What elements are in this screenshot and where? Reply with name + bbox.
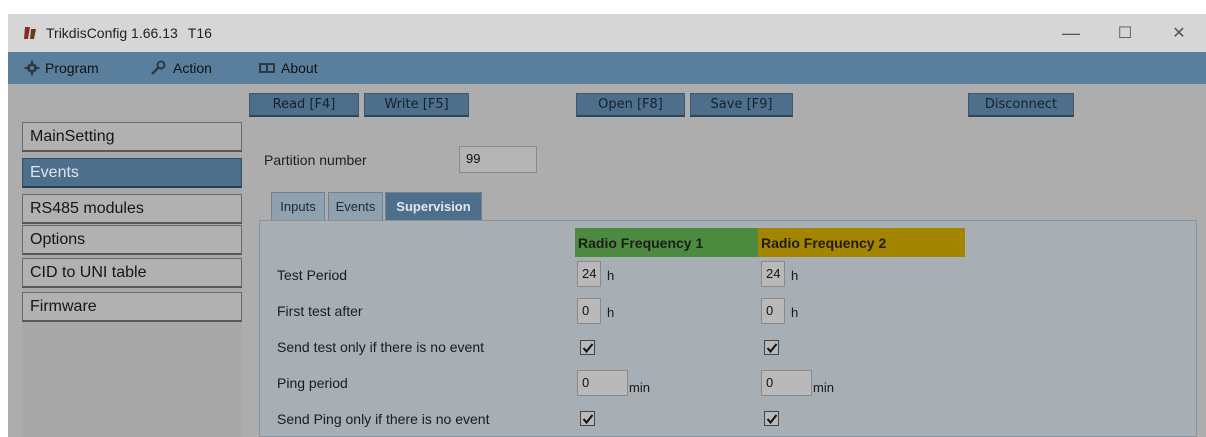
rf1-test-period-unit: h xyxy=(607,268,615,283)
radio-frequency-2-header: Radio Frequency 2 xyxy=(758,228,965,257)
first-test-after-label: First test after xyxy=(277,303,363,319)
read-button[interactable]: Read [F4] xyxy=(249,93,359,117)
menu-program[interactable]: Program xyxy=(24,52,99,84)
disconnect-button[interactable]: Disconnect xyxy=(968,93,1074,117)
device-name: T16 xyxy=(187,25,212,41)
sidebar-item-events[interactable]: Events xyxy=(22,158,242,188)
menu-bar: Program Action About xyxy=(8,52,1206,84)
menu-about[interactable]: About xyxy=(258,52,318,84)
menu-program-label: Program xyxy=(45,60,99,76)
rf1-first-test-after-unit: h xyxy=(607,305,615,320)
sidebar-item-rs485-modules[interactable]: RS485 modules xyxy=(22,194,242,224)
wrench-icon xyxy=(151,60,166,75)
rf2-test-period-input[interactable]: 24 xyxy=(761,261,785,287)
sidebar-nav: MainSetting Events RS485 modules Options… xyxy=(22,122,242,437)
rf1-first-test-after-input[interactable]: 0 xyxy=(577,298,601,324)
sidebar-item-options[interactable]: Options xyxy=(22,225,242,255)
gear-icon xyxy=(24,60,40,76)
checkmark-icon xyxy=(766,413,777,424)
close-button[interactable]: ✕ xyxy=(1152,14,1206,52)
partition-number-label: Partition number xyxy=(264,152,367,168)
radio-frequency-1-header: Radio Frequency 1 xyxy=(575,228,762,257)
sidebar-item-cid-to-uni-table[interactable]: CID to UNI table xyxy=(22,258,242,288)
rf2-first-test-after-unit: h xyxy=(791,305,799,320)
send-ping-only-label: Send Ping only if there is no event xyxy=(277,411,490,427)
rf1-send-ping-only-checkbox[interactable] xyxy=(580,411,595,426)
rf2-first-test-after-input[interactable]: 0 xyxy=(761,298,785,324)
partition-number-input[interactable]: 99 xyxy=(459,146,537,173)
sidebar-item-mainsetting[interactable]: MainSetting xyxy=(22,122,242,152)
rf1-send-test-only-checkbox[interactable] xyxy=(580,340,595,355)
tab-events[interactable]: Events xyxy=(328,192,383,220)
sidebar-item-firmware[interactable]: Firmware xyxy=(22,292,242,322)
tab-inputs[interactable]: Inputs xyxy=(271,192,325,220)
checkmark-icon xyxy=(766,342,777,353)
checkmark-icon xyxy=(582,413,593,424)
menu-action[interactable]: Action xyxy=(150,52,212,84)
send-test-only-label: Send test only if there is no event xyxy=(277,339,485,355)
rf2-ping-period-unit: min xyxy=(813,380,834,395)
rf2-send-test-only-checkbox[interactable] xyxy=(764,340,779,355)
save-button[interactable]: Save [F9] xyxy=(690,93,793,117)
rf2-ping-period-input[interactable]: 0 xyxy=(761,370,812,396)
minimize-button[interactable]: — xyxy=(1044,14,1098,52)
rf2-test-period-unit: h xyxy=(791,268,799,283)
title-bar: TrikdisConfig 1.66.13 T16 — ☐ ✕ xyxy=(8,14,1206,52)
maximize-button[interactable]: ☐ xyxy=(1098,14,1152,52)
app-logo-icon xyxy=(24,27,36,39)
main-area: Read [F4] Write [F5] Open [F8] Save [F9]… xyxy=(8,84,1206,437)
book-icon xyxy=(259,63,275,73)
ping-period-label: Ping period xyxy=(277,375,348,391)
supervision-panel: Radio Frequency 1 Radio Frequency 2 Test… xyxy=(259,220,1197,437)
window-title: TrikdisConfig 1.66.13 xyxy=(46,25,178,41)
rf2-send-ping-only-checkbox[interactable] xyxy=(764,411,779,426)
checkmark-icon xyxy=(582,342,593,353)
open-button[interactable]: Open [F8] xyxy=(576,93,685,117)
menu-about-label: About xyxy=(281,60,318,76)
test-period-label: Test Period xyxy=(277,267,348,283)
tab-supervision[interactable]: Supervision xyxy=(385,192,482,220)
rf1-test-period-input[interactable]: 24 xyxy=(577,261,601,287)
rf1-ping-period-unit: min xyxy=(629,380,650,395)
write-button[interactable]: Write [F5] xyxy=(364,93,469,117)
rf1-ping-period-input[interactable]: 0 xyxy=(577,370,628,396)
menu-action-label: Action xyxy=(173,60,212,76)
